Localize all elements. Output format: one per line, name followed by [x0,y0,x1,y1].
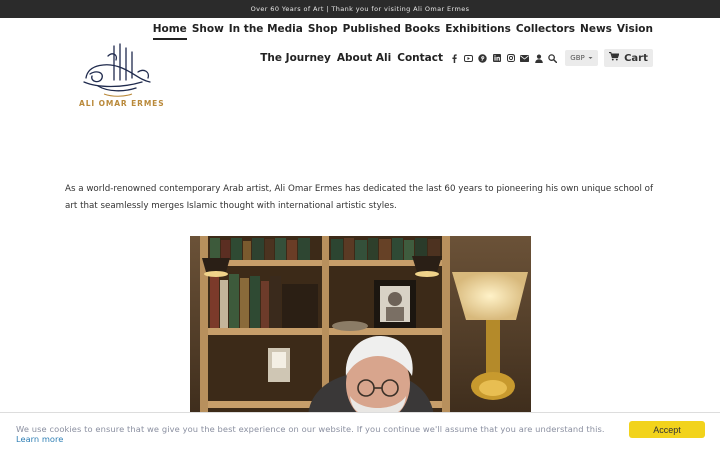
linkedin-icon[interactable] [492,53,501,63]
instagram-icon[interactable] [506,53,515,63]
chevron-down-icon [588,54,593,62]
nav-home[interactable]: Home [152,23,187,40]
currency-value: GBP [570,54,585,62]
search-icon[interactable] [548,53,557,63]
announcement-text: Over 60 Years of Art | Thank you for vis… [250,5,470,13]
nav-shop[interactable]: Shop [308,23,338,40]
nav-about-ali[interactable]: About Ali [337,52,391,64]
site-logo[interactable]: ALI OMAR ERMES [74,42,164,112]
social-icons [450,53,557,63]
pinterest-icon[interactable] [478,53,487,63]
nav-published-books[interactable]: Published Books [343,23,441,40]
logo-wordmark: ALI OMAR ERMES [79,99,165,108]
cart-icon [609,52,620,64]
currency-select[interactable]: GBP [565,50,598,66]
artist-photo [190,236,531,416]
secondary-header-row: The Journey About Ali Contact GBP Cart [260,49,653,67]
cart-label: Cart [624,52,648,64]
nav-contact[interactable]: Contact [397,52,443,64]
nav-exhibitions[interactable]: Exhibitions [445,23,511,40]
nav-in-the-media[interactable]: In the Media [229,23,303,40]
account-icon[interactable] [534,53,543,63]
secondary-nav: The Journey About Ali Contact [260,52,443,64]
cookie-message: We use cookies to ensure that we give yo… [16,424,605,434]
intro-paragraph: As a world-renowned contemporary Arab ar… [65,184,654,211]
announcement-bar: Over 60 Years of Art | Thank you for vis… [0,0,720,18]
youtube-icon[interactable] [464,53,473,63]
nav-the-journey[interactable]: The Journey [260,52,331,64]
learn-more-link[interactable]: Learn more [16,434,63,444]
facebook-icon[interactable] [450,53,459,63]
email-icon[interactable] [520,53,529,63]
nav-news[interactable]: News [580,23,612,40]
calligraphy-logo-mark [83,43,151,97]
main-nav: Home Show In the Media Shop Published Bo… [152,23,653,40]
nav-collectors[interactable]: Collectors [516,23,575,40]
accept-cookies-button[interactable]: Accept [629,421,705,438]
cart-button[interactable]: Cart [604,49,653,67]
nav-vision[interactable]: Vision [617,23,653,40]
nav-show[interactable]: Show [192,23,224,40]
cookie-banner: We use cookies to ensure that we give yo… [0,412,720,450]
